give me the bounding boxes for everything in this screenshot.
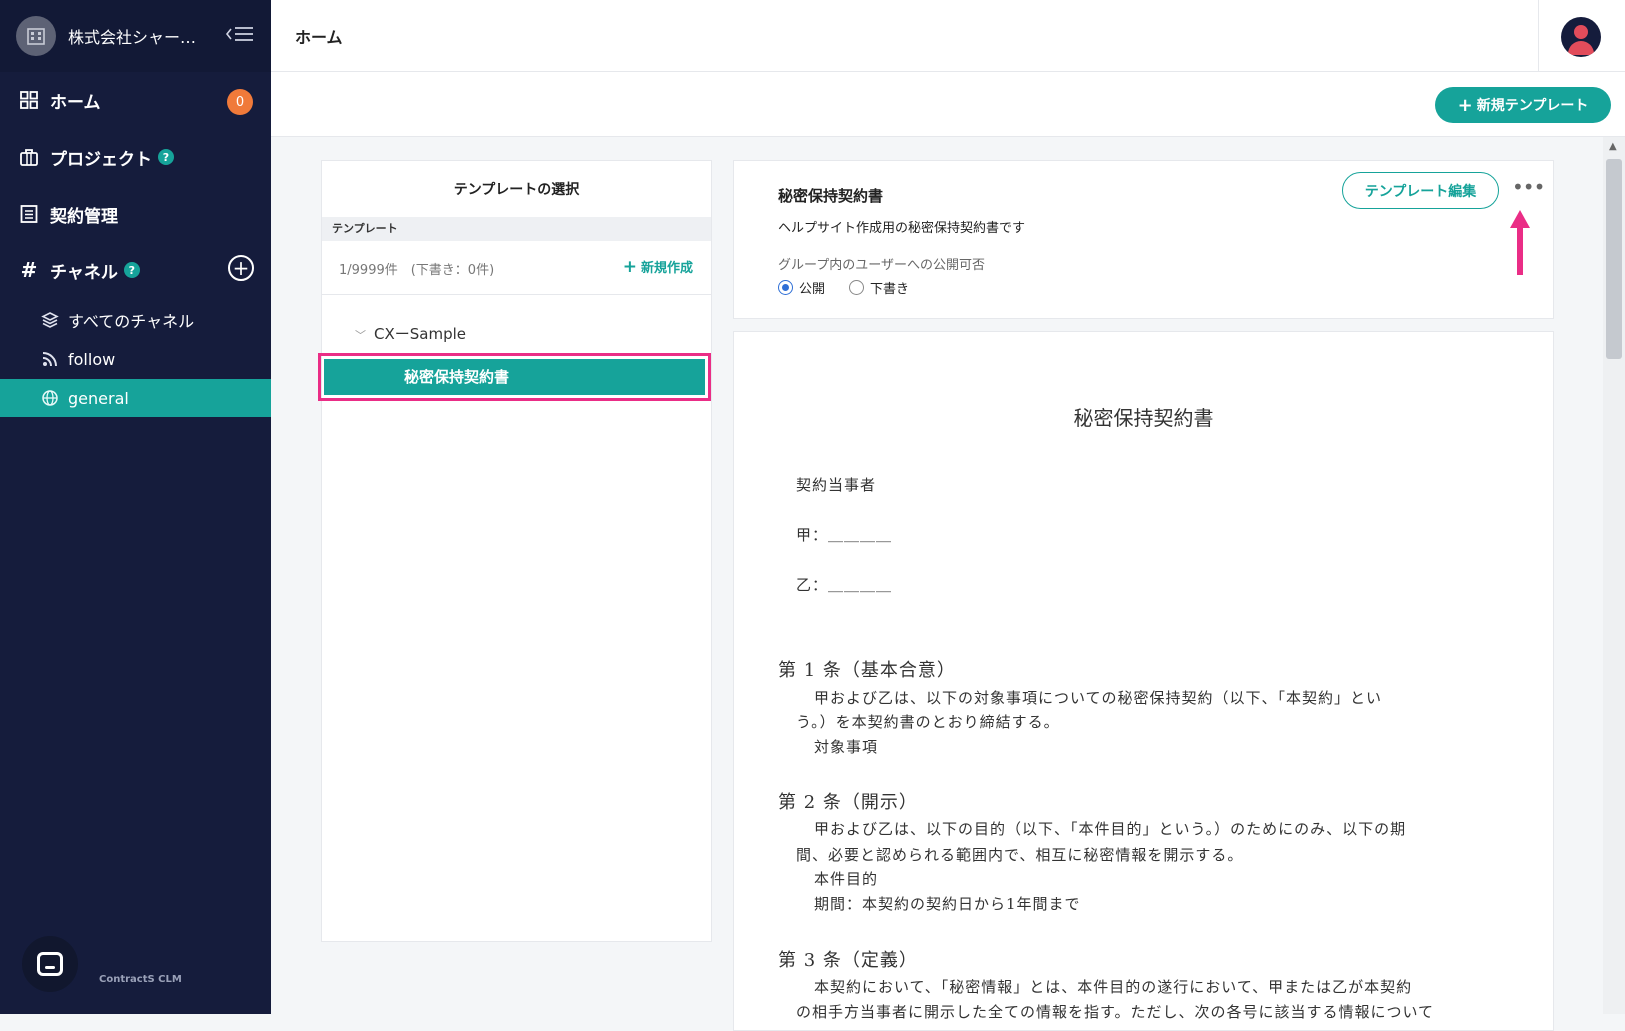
new-template-label: 新規テンプレート (1476, 98, 1589, 114)
org-name[interactable]: 株式会社シャー… (68, 24, 208, 48)
doc-party-a: 甲：＿＿＿＿ (796, 526, 893, 544)
doc-parties: 契約当事者 (796, 476, 877, 494)
brand-logo: ContractS CLM (99, 974, 182, 985)
template-detail-card: 秘密保持契約書 ヘルプサイト作成用の秘密保持契約書です グループ内のユーザーへの… (733, 160, 1554, 319)
publish-radio-group: 公開 下書き (778, 278, 933, 297)
chat-icon (37, 952, 63, 976)
briefcase-icon (18, 146, 40, 168)
help-icon[interactable]: ? (158, 149, 174, 165)
radio-unchecked-icon[interactable] (849, 280, 865, 295)
new-template-button[interactable]: + 新規テンプレート (1435, 87, 1611, 123)
radio-draft-label: 下書き (870, 282, 910, 297)
document-list-icon (18, 203, 40, 225)
doc-paragraph: 本件目的 (814, 870, 879, 888)
more-options-icon[interactable]: ••• (1512, 175, 1545, 199)
channel-item-general[interactable]: general (0, 379, 271, 417)
annotation-arrow-icon (1510, 210, 1530, 275)
plus-icon: + (622, 257, 637, 277)
plus-icon: + (1457, 94, 1473, 116)
new-create-button[interactable]: + 新規作成 (623, 257, 693, 277)
page-title: ホーム (295, 28, 343, 47)
doc-article-heading: 第 2 条（開示） (778, 792, 918, 813)
sidebar-collapse-icon[interactable] (225, 25, 255, 48)
rss-icon (40, 350, 60, 368)
layers-icon (40, 311, 60, 329)
radio-draft[interactable]: 下書き (849, 278, 909, 297)
scroll-up-icon[interactable]: ▲ (1609, 141, 1617, 152)
doc-paragraph: 甲および乙は、以下の目的（以下、「本件目的」という。）のためにのみ、以下の期 (814, 820, 1407, 838)
home-count-badge: 0 (227, 89, 253, 115)
template-selection-panel: テンプレートの選択 テンプレート 1/9999件 (下書き：0件) + 新規作成 … (318, 160, 712, 942)
sidebar-item-label: チャネル (50, 262, 118, 283)
sidebar-item-label: プロジェクト (50, 149, 152, 170)
sidebar-item-contracts[interactable]: 契約管理 (0, 194, 271, 234)
sidebar-item-label: 契約管理 (50, 206, 118, 227)
help-icon[interactable]: ? (123, 262, 140, 278)
doc-party-b: 乙：＿＿＿＿ (796, 576, 893, 594)
publish-label: グループ内のユーザーへの公開可否 (778, 258, 985, 273)
template-count: 1/9999件 (下書き：0件) (339, 263, 495, 278)
template-name: 秘密保持契約書 (778, 187, 884, 205)
topbar-divider (1538, 0, 1539, 72)
building-icon[interactable] (16, 16, 56, 56)
template-section-header: テンプレート (322, 217, 711, 241)
doc-paragraph: 対象事項 (814, 738, 879, 756)
doc-article-heading: 第 1 条（基本合意） (778, 660, 956, 681)
doc-paragraph: 甲および乙は、以下の対象事項についての秘密保持契約（以下、「本契約」とい (814, 689, 1383, 707)
doc-paragraph: の相手方当事者に開示した全ての情報を指す。ただし、次の各号に該当する情報について (796, 1003, 1435, 1021)
new-create-label: 新規作成 (640, 261, 693, 276)
sidebar-item-label: ホーム (50, 92, 101, 113)
user-icon (1574, 25, 1588, 39)
toolbar: + 新規テンプレート (271, 72, 1625, 137)
document-preview: 秘密保持契約書 契約当事者 甲：＿＿＿＿ 乙：＿＿＿＿ 第 1 条（基本合意） … (733, 331, 1554, 1031)
sidebar: 株式会社シャー… ホーム 0 プロジェクト ? 契約管理 # チャネル ? + … (0, 0, 271, 1014)
radio-public[interactable]: 公開 (778, 278, 825, 297)
channel-item-follow[interactable]: follow (0, 340, 271, 378)
hash-icon: # (20, 258, 38, 282)
document-title: 秘密保持契約書 (1073, 406, 1214, 430)
doc-paragraph: 期間：本契約の契約日から1年間まで (814, 895, 1081, 913)
sidebar-item-project[interactable]: プロジェクト ? (0, 137, 271, 177)
doc-paragraph: う。）を本契約書のとおり締結する。 (796, 713, 1060, 731)
template-panel-title: テンプレートの選択 (453, 182, 580, 198)
doc-paragraph: 間、必要と認められる範囲内で、相互に秘密情報を開示する。 (796, 846, 1244, 864)
add-channel-button[interactable]: + (228, 255, 254, 281)
doc-paragraph: 本契約において、「秘密情報」とは、本件目的の遂行において、甲または乙が本契約 (814, 978, 1413, 996)
channel-label: すべてのチャネル (68, 312, 195, 331)
globe-icon (40, 389, 60, 407)
radio-public-label: 公開 (799, 282, 826, 297)
template-group-label: CXーSample (374, 325, 466, 343)
grid-icon (18, 89, 40, 111)
channel-label: general (68, 388, 129, 408)
template-edit-button[interactable]: テンプレート編集 (1342, 172, 1499, 209)
template-item-selected[interactable]: 秘密保持契約書 (318, 353, 711, 401)
sidebar-header: 株式会社シャー… (0, 0, 271, 72)
radio-checked-icon[interactable] (778, 280, 793, 295)
channel-item-all[interactable]: すべてのチャネル (0, 301, 271, 339)
template-description: ヘルプサイト作成用の秘密保持契約書です (778, 221, 1026, 236)
chat-support-button[interactable] (22, 936, 78, 992)
divider (322, 294, 711, 295)
channel-label: follow (68, 349, 116, 369)
topbar: ホーム (271, 0, 1625, 72)
template-group-cx-sample[interactable]: ﹀ CXーSample (355, 323, 466, 344)
chevron-down-icon: ﹀ (355, 329, 366, 342)
user-avatar[interactable] (1561, 17, 1601, 57)
scrollbar-thumb[interactable] (1606, 159, 1622, 359)
template-item-label: 秘密保持契約書 (324, 359, 705, 395)
user-icon-body (1568, 41, 1594, 55)
scrollbar[interactable]: ▲ (1603, 137, 1625, 1014)
doc-article-heading: 第 3 条（定義） (778, 950, 918, 971)
